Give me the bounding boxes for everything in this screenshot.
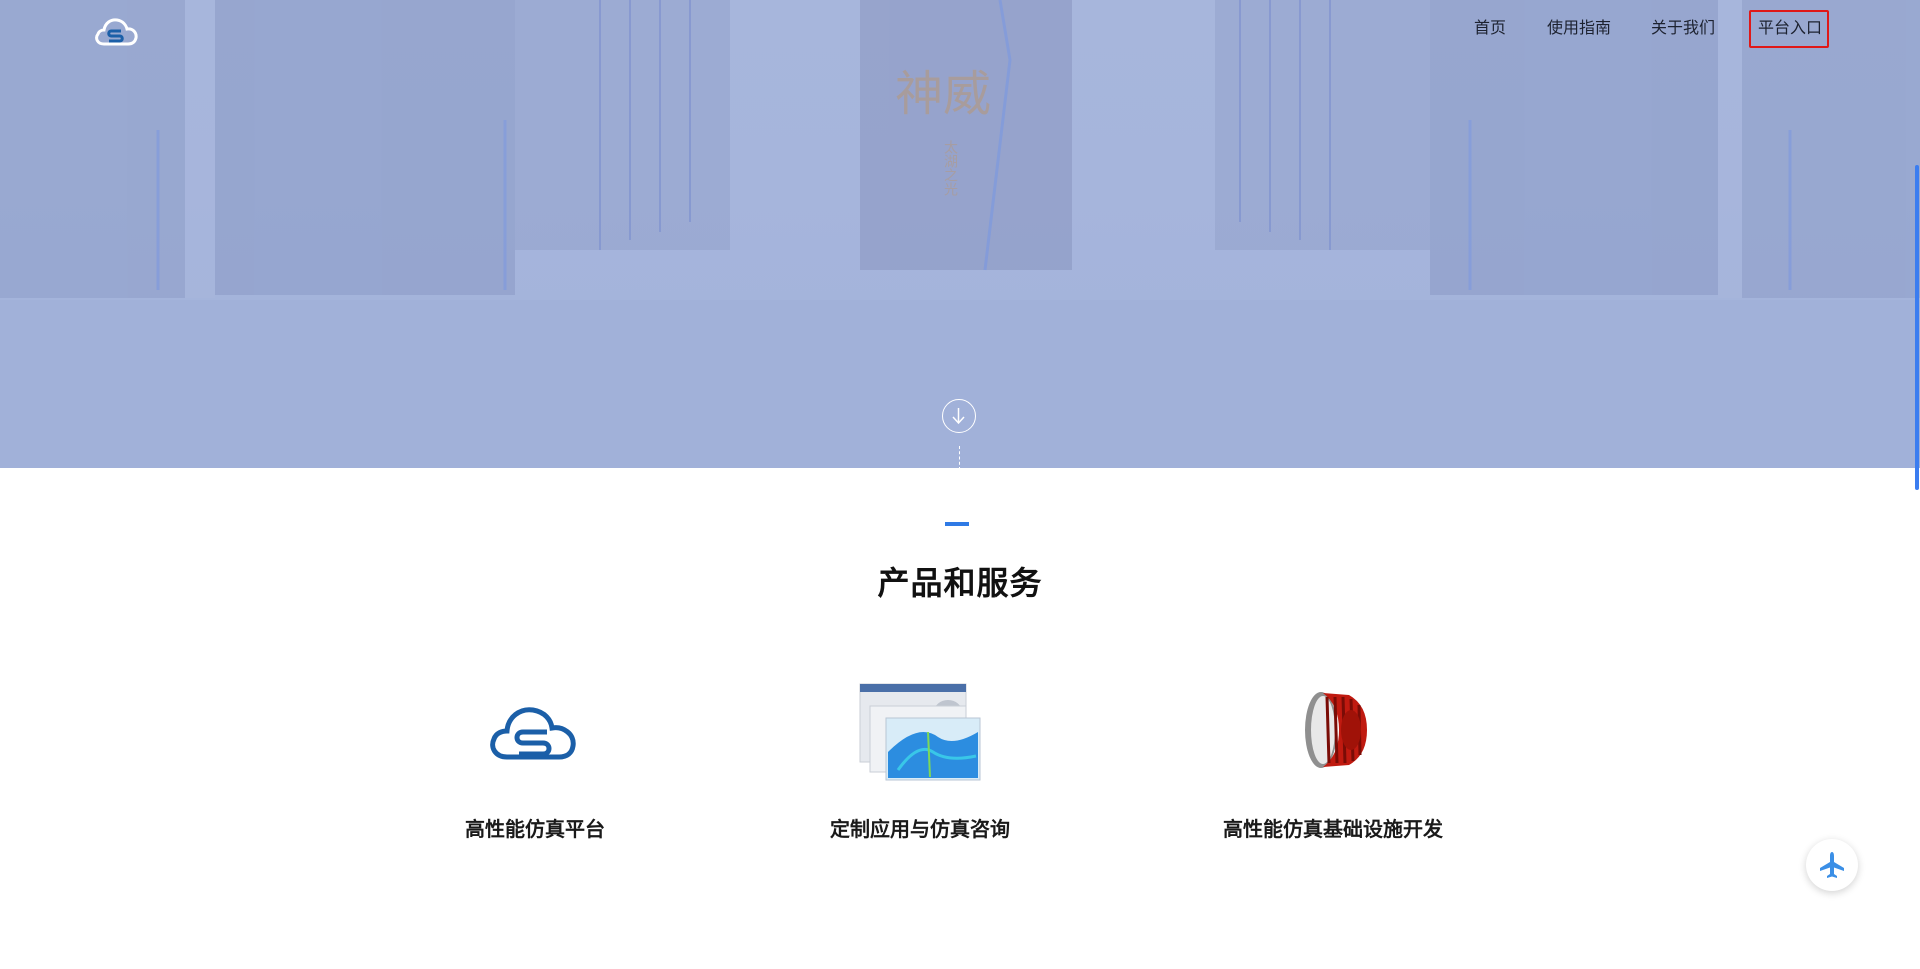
top-navigation: 首页 使用指南 关于我们 平台入口 <box>0 0 1920 60</box>
product-card-label: 高性能仿真平台 <box>465 819 605 841</box>
rack-brand-subtext: 太湖之光 <box>942 140 958 197</box>
cloud-s-icon <box>490 707 576 760</box>
scroll-indicator-line <box>959 446 960 468</box>
product-card-label: 高性能仿真基础设施开发 <box>1223 819 1443 841</box>
product-card-consulting[interactable]: 定制应用与仿真咨询 <box>770 675 1070 845</box>
arrow-down-icon <box>952 408 965 425</box>
floating-action-button[interactable] <box>1806 839 1858 891</box>
product-card-infrastructure[interactable]: 高性能仿真基础设施开发 <box>1183 675 1483 845</box>
simulation-screens-image <box>859 683 981 781</box>
product-card-platform[interactable]: 高性能仿真平台 <box>385 675 685 845</box>
nav-about[interactable]: 关于我们 <box>1651 18 1715 40</box>
section-title: 产品和服务 <box>877 565 1043 601</box>
nav-home[interactable]: 首页 <box>1474 18 1506 40</box>
product-card-label: 定制应用与仿真咨询 <box>830 819 1010 841</box>
nav-platform-entry[interactable]: 平台入口 <box>1749 10 1830 48</box>
supercomputer-hall-background: 神威 太湖之光 <box>0 0 1920 468</box>
section-accent-bar <box>945 522 969 526</box>
scroll-down-button[interactable] <box>942 399 976 433</box>
rack-brand-text: 神威 <box>895 66 991 122</box>
page-scrollbar[interactable] <box>1915 165 1919 490</box>
airplane-icon <box>1820 852 1844 878</box>
nav-guide[interactable]: 使用指南 <box>1547 18 1611 40</box>
hero-banner: 神威 太湖之光 首页 使用指南 关于我们 平台入口 <box>0 0 1920 468</box>
red-gear-model-image <box>1305 692 1367 768</box>
